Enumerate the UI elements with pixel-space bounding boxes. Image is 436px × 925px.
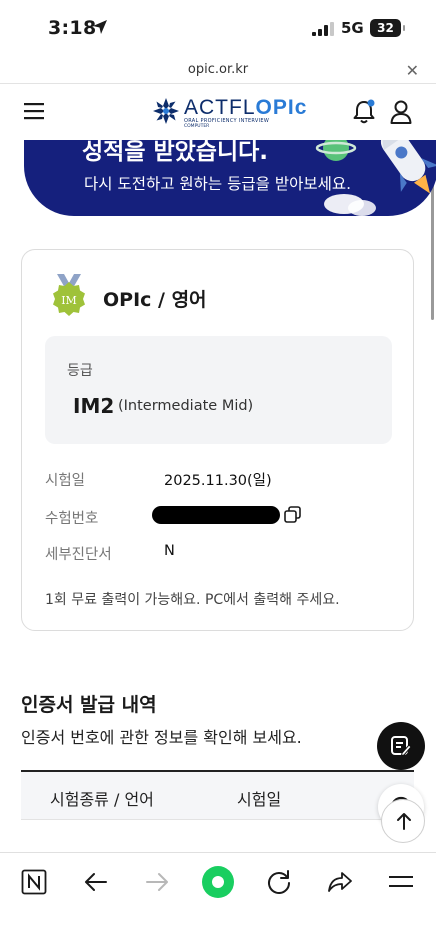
medal-icon: IM xyxy=(53,274,85,316)
signal-icon xyxy=(312,22,334,36)
status-time: 3:18 xyxy=(48,17,97,39)
exam-number-label: 수험번호 xyxy=(45,511,99,527)
grade-description: (Intermediate Mid) xyxy=(118,398,254,414)
column-test-type: 시험종류 / 언어 xyxy=(50,790,154,809)
redacted-exam-number xyxy=(152,506,280,524)
logo-wordmark: ACTFLOPIc xyxy=(184,96,308,119)
result-card: IM OPIc / 영어 등급 IM2 (Intermediate Mid) 시… xyxy=(21,249,414,631)
medal-text: IM xyxy=(61,294,77,307)
test-date-label: 시험일 xyxy=(45,473,86,489)
column-test-date: 시험일 xyxy=(237,790,282,809)
logo-mark-icon xyxy=(153,98,179,124)
scroll-top-button[interactable] xyxy=(381,799,425,843)
edit-fab-button[interactable] xyxy=(377,722,425,770)
history-description: 인증서 번호에 관한 정보를 확인해 보세요. xyxy=(21,728,302,747)
grade-value: IM2 xyxy=(73,394,115,418)
more-menu-icon[interactable] xyxy=(388,869,414,895)
detail-report-value: N xyxy=(164,543,175,559)
copy-icon[interactable] xyxy=(284,506,301,523)
location-arrow-icon xyxy=(93,20,107,34)
banner-subtitle: 다시 도전하고 원하는 등급을 받아보세요. xyxy=(84,175,352,193)
edit-note-icon xyxy=(391,736,412,757)
back-arrow-icon[interactable] xyxy=(83,869,109,895)
logo-subtitle-2: COMPUTER xyxy=(184,124,210,129)
close-icon[interactable]: ✕ xyxy=(406,61,419,80)
print-note: 1회 무료 출력이 가능해요. PC에서 출력해 주세요. xyxy=(45,592,340,608)
hamburger-menu-icon[interactable] xyxy=(24,102,44,120)
detail-report-label: 세부진단서 xyxy=(45,547,112,563)
status-bar: 3:18 5G 32 xyxy=(0,0,436,58)
arrow-up-icon xyxy=(397,813,411,830)
url-bar[interactable]: opic.or.kr ✕ xyxy=(0,58,436,84)
network-label: 5G xyxy=(341,19,364,37)
history-table-header: 시험종류 / 언어 시험일 xyxy=(21,770,414,820)
battery-icon: 32 xyxy=(370,19,405,37)
url-text[interactable]: opic.or.kr xyxy=(0,62,436,77)
grade-label: 등급 xyxy=(67,363,93,379)
refresh-icon[interactable] xyxy=(266,869,292,895)
forward-arrow-icon[interactable] xyxy=(144,869,170,895)
actfl-opic-logo[interactable]: ACTFLOPIc ORAL PROFICIENCY INTERVIEW COM… xyxy=(152,96,306,130)
test-name: OPIc / 영어 xyxy=(103,289,207,311)
browser-toolbar xyxy=(0,852,436,925)
test-date-value: 2025.11.30(일) xyxy=(164,473,272,489)
naver-tab-icon[interactable] xyxy=(21,869,47,895)
grade-box: 등급 IM2 (Intermediate Mid) xyxy=(45,336,392,444)
bell-icon[interactable] xyxy=(352,99,376,125)
share-icon[interactable] xyxy=(327,869,353,895)
green-home-icon[interactable] xyxy=(201,865,235,899)
user-icon[interactable] xyxy=(389,99,413,125)
site-header: ACTFLOPIc ORAL PROFICIENCY INTERVIEW COM… xyxy=(0,85,436,140)
history-title: 인증서 발급 내역 xyxy=(21,694,157,716)
